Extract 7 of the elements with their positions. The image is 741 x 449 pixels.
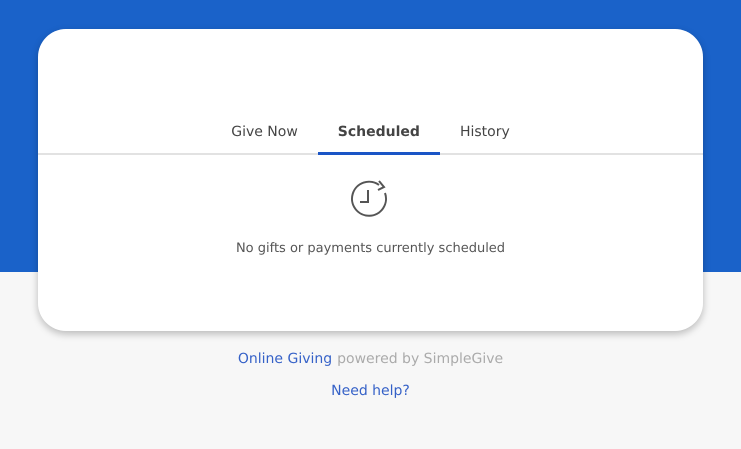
tab[interactable]: History — [448, 116, 522, 155]
help-link[interactable]: Need help? — [331, 383, 410, 399]
powered-by-text: powered by SimpleGive — [337, 351, 504, 367]
tab[interactable]: Scheduled — [318, 116, 440, 155]
online-giving-link[interactable]: Online Giving — [238, 351, 332, 367]
empty-message: No gifts or payments currently scheduled — [236, 241, 506, 256]
tab[interactable]: Give Now — [219, 116, 310, 155]
